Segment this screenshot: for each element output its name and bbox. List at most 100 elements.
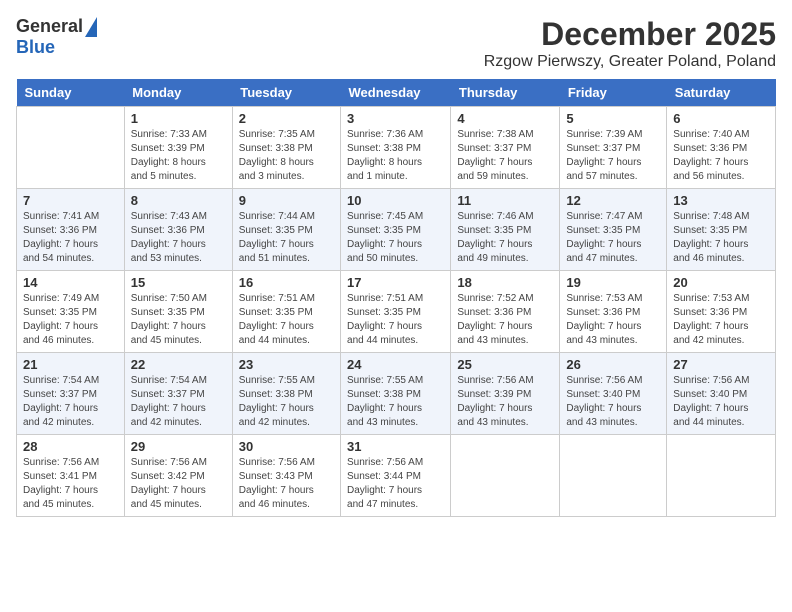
calendar-cell: 14Sunrise: 7:49 AMSunset: 3:35 PMDayligh… <box>17 271 125 353</box>
day-number: 1 <box>131 111 226 126</box>
calendar-cell <box>560 435 667 517</box>
calendar-week-4: 21 Sunrise: 7:54 AMSunset: 3:37 PMDayligh… <box>17 353 776 435</box>
day-info: Sunrise: 7:56 AMSunset: 3:44 PMDaylight:… <box>347 456 444 512</box>
day-info: Sunrise: 7:48 AMSunset: 3:35 PMDaylight:… <box>673 210 769 266</box>
calendar-cell: 8 Sunrise: 7:43 AMSunset: 3:36 PMDaylight… <box>124 189 232 271</box>
calendar-cell: 3 Sunrise: 7:36 AMSunset: 3:38 PMDaylight… <box>341 107 451 189</box>
calendar-cell: 1 Sunrise: 7:33 AMSunset: 3:39 PMDaylight… <box>124 107 232 189</box>
day-number: 13 <box>673 193 769 208</box>
calendar-cell: 6 Sunrise: 7:40 AMSunset: 3:36 PMDaylight… <box>667 107 776 189</box>
calendar-cell: 12Sunrise: 7:47 AMSunset: 3:35 PMDayligh… <box>560 189 667 271</box>
day-number: 25 <box>457 357 553 372</box>
day-number: 2 <box>239 111 334 126</box>
day-number: 8 <box>131 193 226 208</box>
calendar-cell: 18 Sunrise: 7:52 AMSunset: 3:36 PMDayligh… <box>451 271 560 353</box>
calendar-cell: 22 Sunrise: 7:54 AMSunset: 3:37 PMDayligh… <box>124 353 232 435</box>
day-info: Sunrise: 7:51 AMSunset: 3:35 PMDaylight:… <box>347 292 444 348</box>
calendar-cell: 31Sunrise: 7:56 AMSunset: 3:44 PMDayligh… <box>341 435 451 517</box>
day-info: Sunrise: 7:41 AMSunset: 3:36 PMDaylight:… <box>23 210 118 266</box>
day-info: Sunrise: 7:54 AMSunset: 3:37 PMDaylight:… <box>23 374 118 430</box>
day-number: 7 <box>23 193 118 208</box>
day-number: 10 <box>347 193 444 208</box>
calendar-week-5: 28 Sunrise: 7:56 AMSunset: 3:41 PMDayligh… <box>17 435 776 517</box>
calendar-cell: 28 Sunrise: 7:56 AMSunset: 3:41 PMDayligh… <box>17 435 125 517</box>
calendar-cell: 30Sunrise: 7:56 AMSunset: 3:43 PMDayligh… <box>232 435 340 517</box>
calendar-week-3: 14Sunrise: 7:49 AMSunset: 3:35 PMDayligh… <box>17 271 776 353</box>
calendar-week-1: 1 Sunrise: 7:33 AMSunset: 3:39 PMDaylight… <box>17 107 776 189</box>
calendar-cell: 17Sunrise: 7:51 AMSunset: 3:35 PMDayligh… <box>341 271 451 353</box>
calendar-body: 1 Sunrise: 7:33 AMSunset: 3:39 PMDaylight… <box>17 107 776 517</box>
calendar-cell: 5Sunrise: 7:39 AMSunset: 3:37 PMDaylight… <box>560 107 667 189</box>
logo-blue-text: Blue <box>16 37 55 58</box>
day-info: Sunrise: 7:53 AMSunset: 3:36 PMDaylight:… <box>566 292 660 348</box>
day-number: 26 <box>566 357 660 372</box>
calendar-cell: 4Sunrise: 7:38 AMSunset: 3:37 PMDaylight… <box>451 107 560 189</box>
calendar-cell <box>451 435 560 517</box>
day-number: 18 <box>457 275 553 290</box>
calendar-cell: 10 Sunrise: 7:45 AMSunset: 3:35 PMDayligh… <box>341 189 451 271</box>
day-info: Sunrise: 7:56 AMSunset: 3:40 PMDaylight:… <box>566 374 660 430</box>
logo: General Blue <box>16 16 97 58</box>
day-number: 24 <box>347 357 444 372</box>
day-info: Sunrise: 7:46 AMSunset: 3:35 PMDaylight:… <box>457 210 553 266</box>
day-info: Sunrise: 7:40 AMSunset: 3:36 PMDaylight:… <box>673 128 769 184</box>
calendar-cell: 29 Sunrise: 7:56 AMSunset: 3:42 PMDayligh… <box>124 435 232 517</box>
day-number: 22 <box>131 357 226 372</box>
day-number: 27 <box>673 357 769 372</box>
day-number: 23 <box>239 357 334 372</box>
day-number: 14 <box>23 275 118 290</box>
day-info: Sunrise: 7:53 AMSunset: 3:36 PMDaylight:… <box>673 292 769 348</box>
calendar-cell: 7 Sunrise: 7:41 AMSunset: 3:36 PMDaylight… <box>17 189 125 271</box>
day-info: Sunrise: 7:44 AMSunset: 3:35 PMDaylight:… <box>239 210 334 266</box>
calendar-header: SundayMondayTuesdayWednesdayThursdayFrid… <box>17 79 776 107</box>
calendar-cell <box>667 435 776 517</box>
page-header: General Blue December 2025 Rzgow Pierwsz… <box>16 16 776 71</box>
header-cell-tuesday: Tuesday <box>232 79 340 107</box>
day-number: 6 <box>673 111 769 126</box>
calendar-cell: 20 Sunrise: 7:53 AMSunset: 3:36 PMDayligh… <box>667 271 776 353</box>
calendar-cell: 25 Sunrise: 7:56 AMSunset: 3:39 PMDayligh… <box>451 353 560 435</box>
title-section: December 2025 Rzgow Pierwszy, Greater Po… <box>484 16 776 71</box>
day-info: Sunrise: 7:50 AMSunset: 3:35 PMDaylight:… <box>131 292 226 348</box>
day-info: Sunrise: 7:36 AMSunset: 3:38 PMDaylight:… <box>347 128 444 184</box>
logo-triangle-icon <box>85 17 97 37</box>
day-number: 4 <box>457 111 553 126</box>
day-number: 3 <box>347 111 444 126</box>
header-cell-friday: Friday <box>560 79 667 107</box>
header-cell-monday: Monday <box>124 79 232 107</box>
day-number: 5 <box>566 111 660 126</box>
day-info: Sunrise: 7:43 AMSunset: 3:36 PMDaylight:… <box>131 210 226 266</box>
page-title: December 2025 <box>484 16 776 53</box>
header-cell-wednesday: Wednesday <box>341 79 451 107</box>
calendar-table: SundayMondayTuesdayWednesdayThursdayFrid… <box>16 79 776 517</box>
calendar-cell: 27 Sunrise: 7:56 AMSunset: 3:40 PMDayligh… <box>667 353 776 435</box>
header-cell-sunday: Sunday <box>17 79 125 107</box>
day-info: Sunrise: 7:56 AMSunset: 3:43 PMDaylight:… <box>239 456 334 512</box>
day-number: 11 <box>457 193 553 208</box>
calendar-cell: 19Sunrise: 7:53 AMSunset: 3:36 PMDayligh… <box>560 271 667 353</box>
calendar-cell: 2 Sunrise: 7:35 AMSunset: 3:38 PMDaylight… <box>232 107 340 189</box>
header-row: SundayMondayTuesdayWednesdayThursdayFrid… <box>17 79 776 107</box>
logo-general-text: General <box>16 16 83 37</box>
calendar-cell: 26 Sunrise: 7:56 AMSunset: 3:40 PMDayligh… <box>560 353 667 435</box>
day-number: 20 <box>673 275 769 290</box>
day-info: Sunrise: 7:54 AMSunset: 3:37 PMDaylight:… <box>131 374 226 430</box>
day-info: Sunrise: 7:45 AMSunset: 3:35 PMDaylight:… <box>347 210 444 266</box>
calendar-cell: 11 Sunrise: 7:46 AMSunset: 3:35 PMDayligh… <box>451 189 560 271</box>
calendar-cell <box>17 107 125 189</box>
day-info: Sunrise: 7:33 AMSunset: 3:39 PMDaylight:… <box>131 128 226 184</box>
day-info: Sunrise: 7:52 AMSunset: 3:36 PMDaylight:… <box>457 292 553 348</box>
day-number: 15 <box>131 275 226 290</box>
calendar-cell: 16Sunrise: 7:51 AMSunset: 3:35 PMDayligh… <box>232 271 340 353</box>
calendar-cell: 15 Sunrise: 7:50 AMSunset: 3:35 PMDayligh… <box>124 271 232 353</box>
day-number: 21 <box>23 357 118 372</box>
day-info: Sunrise: 7:56 AMSunset: 3:42 PMDaylight:… <box>131 456 226 512</box>
header-cell-thursday: Thursday <box>451 79 560 107</box>
day-info: Sunrise: 7:56 AMSunset: 3:40 PMDaylight:… <box>673 374 769 430</box>
page-subtitle: Rzgow Pierwszy, Greater Poland, Poland <box>484 53 776 71</box>
day-info: Sunrise: 7:56 AMSunset: 3:41 PMDaylight:… <box>23 456 118 512</box>
day-info: Sunrise: 7:56 AMSunset: 3:39 PMDaylight:… <box>457 374 553 430</box>
day-number: 28 <box>23 439 118 454</box>
day-info: Sunrise: 7:35 AMSunset: 3:38 PMDaylight:… <box>239 128 334 184</box>
day-number: 29 <box>131 439 226 454</box>
